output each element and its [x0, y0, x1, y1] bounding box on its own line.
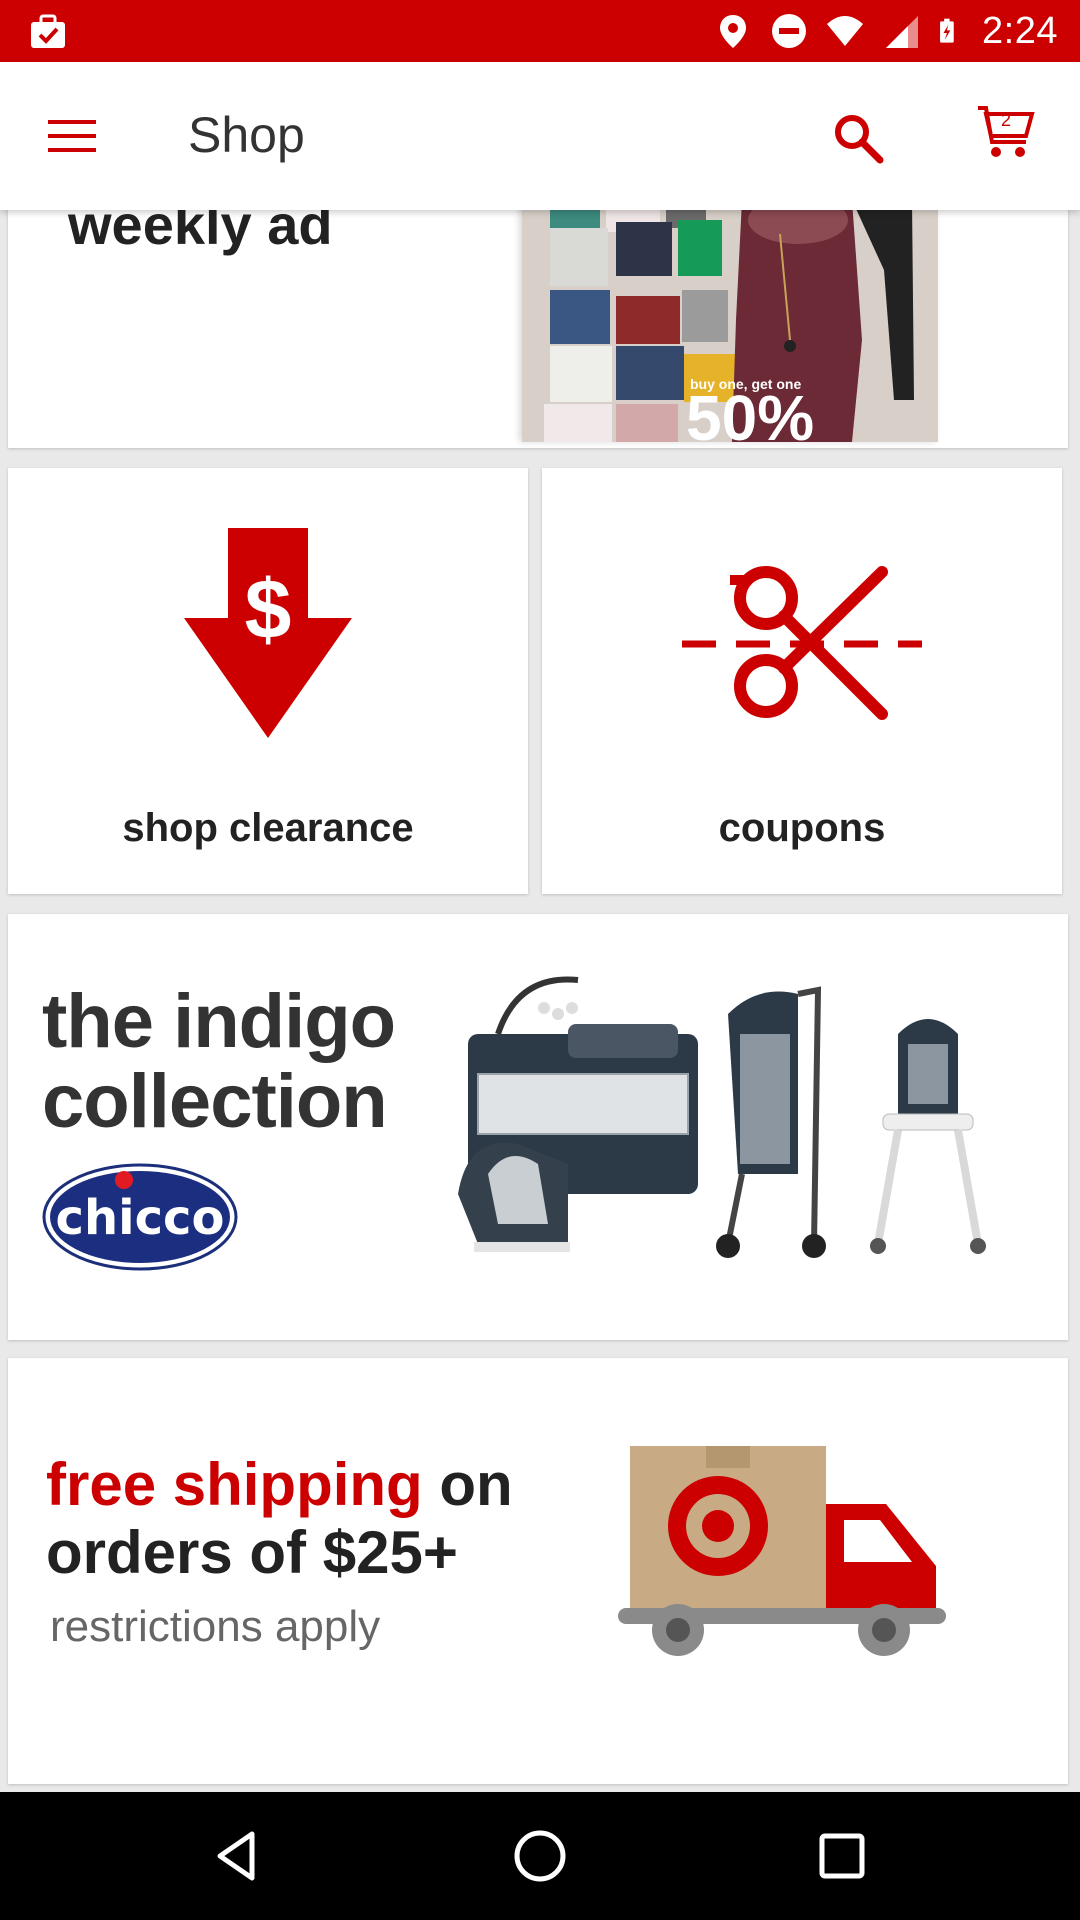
status-bar: 2:24: [0, 0, 1080, 62]
location-pin-icon: [720, 15, 747, 48]
indigo-headline-line1: the indigo: [42, 979, 396, 1064]
coupons-tile[interactable]: coupons: [542, 468, 1062, 894]
svg-text:$: $: [245, 562, 292, 656]
weekly-ad-heading: weekly ad: [68, 210, 333, 256]
coupons-label: coupons: [718, 806, 886, 850]
shop-content[interactable]: weekly ad buy one, get one 50% $ shop cl…: [0, 210, 1080, 1792]
page-title: Shop: [188, 107, 305, 163]
menu-icon[interactable]: [40, 112, 104, 160]
back-icon[interactable]: [206, 1824, 270, 1888]
shop-clearance-tile[interactable]: $ shop clearance: [8, 468, 528, 894]
app-bar: Shop 2: [0, 62, 1080, 210]
status-time: 2:24: [982, 9, 1058, 52]
do-not-disturb-icon: [772, 14, 807, 48]
system-navigation-bar: [0, 1792, 1080, 1920]
weekly-ad-promo-big: 50%: [686, 382, 815, 442]
wifi-icon: [827, 16, 864, 46]
restrictions-apply: restrictions apply: [50, 1602, 381, 1651]
cell-signal-icon: [886, 16, 919, 48]
indigo-collection-card[interactable]: the indigo collection chicco: [8, 914, 1068, 1340]
chicco-logo-text: chicco: [56, 1190, 225, 1246]
free-shipping-card[interactable]: free shipping on orders of $25+ restrict…: [8, 1358, 1068, 1784]
cart-button[interactable]: 2: [976, 102, 1036, 162]
free-shipping-accent: free shipping: [46, 1451, 423, 1518]
battery-charging-icon: [940, 18, 954, 43]
weekly-ad-image: buy one, get one 50%: [522, 210, 938, 442]
indigo-headline: the indigo collection: [42, 979, 396, 1144]
free-shipping-on: on: [422, 1451, 513, 1518]
shop-clearance-label: shop clearance: [122, 806, 414, 850]
baby-gear-products-image: [458, 976, 986, 1258]
cart-count-badge: 2: [1000, 110, 1011, 130]
search-icon[interactable]: [828, 108, 890, 170]
scissors-icon: [682, 566, 922, 720]
recents-icon[interactable]: [810, 1824, 874, 1888]
delivery-truck-icon: [618, 1446, 946, 1656]
home-icon[interactable]: [508, 1824, 572, 1888]
indigo-headline-line2: collection: [42, 1059, 388, 1144]
briefcase-check-icon: [31, 14, 65, 48]
chicco-logo: chicco: [42, 1162, 238, 1272]
free-shipping-line2: orders of $25+: [46, 1519, 458, 1586]
weekly-ad-card[interactable]: weekly ad buy one, get one 50%: [8, 210, 1068, 448]
clearance-arrow-icon: $: [184, 528, 352, 738]
free-shipping-line1: free shipping on: [46, 1450, 513, 1519]
